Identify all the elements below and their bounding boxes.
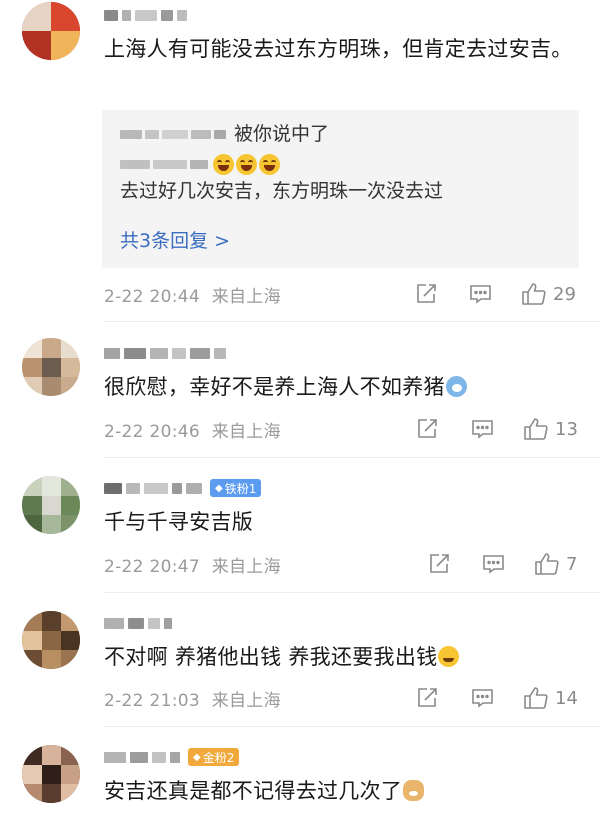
diamond-icon: ◆ (215, 482, 223, 494)
reply-username[interactable] (120, 160, 208, 169)
thumbs-up-icon (524, 687, 548, 709)
share-icon (417, 284, 436, 303)
comment-icon (472, 420, 493, 439)
comment-meta: 2-22 20:44 来自上海 (104, 280, 584, 308)
avatar[interactable] (22, 745, 80, 803)
like-count: 7 (566, 553, 578, 575)
comment-icon (470, 285, 491, 304)
location: 来自上海 (211, 690, 281, 711)
avatar[interactable] (22, 2, 80, 60)
like-count: 13 (555, 418, 578, 440)
thumbs-up-icon (535, 553, 559, 575)
comment-icon (472, 689, 493, 708)
comment-button[interactable] (481, 550, 506, 578)
divider (104, 457, 600, 458)
username[interactable] (104, 614, 172, 632)
reply-username[interactable] (120, 129, 226, 139)
divider (104, 321, 600, 322)
divider (104, 592, 600, 593)
share-button[interactable] (427, 550, 451, 578)
comment-button[interactable] (470, 684, 495, 712)
reply-text: 被你说中了 (234, 123, 330, 145)
reply-text: 去过好几次安吉，东方明珠一次没去过 (120, 180, 444, 202)
share-icon (418, 419, 437, 438)
share-button[interactable] (414, 280, 438, 308)
comment-meta: 2-22 20:46 来自上海 (104, 415, 584, 443)
username[interactable]: ◆ 金粉2 (104, 748, 240, 766)
laugh-emoji-icon (213, 154, 234, 175)
like-button[interactable]: 29 (521, 280, 576, 308)
comment-text: 不对啊 养猪他出钱 养我还要我出钱 (104, 638, 574, 676)
timestamp: 2-22 21:03 (104, 690, 200, 711)
avatar[interactable] (22, 611, 80, 669)
share-icon (418, 688, 437, 707)
location: 来自上海 (211, 556, 281, 577)
like-count: 29 (553, 283, 576, 305)
divider (104, 726, 600, 727)
pig-emoji-icon (445, 376, 467, 397)
comment-text: 上海人有可能没去过东方明珠，但肯定去过安吉。 (104, 37, 573, 61)
reply-preview[interactable]: 被你说中了 去过好几次安吉，东方明珠一次没去过 共3条回复 > (102, 110, 579, 268)
sweat-smile-emoji-icon (438, 646, 460, 667)
share-button[interactable] (415, 684, 439, 712)
thumbs-up-icon (524, 418, 548, 440)
share-icon (430, 554, 449, 573)
diamond-icon: ◆ (193, 751, 201, 763)
laugh-emoji-icon (236, 154, 257, 175)
username[interactable]: ◆ 铁粉1 (104, 479, 262, 497)
reply-item: 被你说中了 (120, 118, 570, 150)
comment-button[interactable] (470, 415, 495, 443)
username[interactable] (104, 6, 187, 24)
like-button[interactable]: 14 (523, 684, 578, 712)
comment-meta: 2-22 21:03 来自上海 (104, 684, 584, 712)
username[interactable] (104, 344, 226, 362)
comment-text: 千与千寻安吉版 (104, 510, 254, 534)
timestamp: 2-22 20:47 (104, 556, 200, 577)
timestamp: 2-22 20:46 (104, 421, 200, 442)
doge-emoji-icon (403, 780, 425, 801)
reply-item: 去过好几次安吉，东方明珠一次没去过 (120, 154, 570, 207)
laugh-emoji-icon (259, 154, 280, 175)
like-button[interactable]: 13 (523, 415, 578, 443)
timestamp: 2-22 20:44 (104, 286, 200, 307)
location: 来自上海 (211, 421, 281, 442)
avatar[interactable] (22, 476, 80, 534)
comment-text: 很欣慰，幸好不是养上海人不如养猪 (104, 368, 574, 406)
avatar[interactable] (22, 338, 80, 396)
share-button[interactable] (415, 415, 439, 443)
comment-button[interactable] (468, 280, 493, 308)
thumbs-up-icon (522, 283, 546, 305)
comment-meta: 2-22 20:47 来自上海 (104, 550, 584, 578)
comment-icon (483, 555, 504, 574)
more-replies-link[interactable]: 共3条回复 > (120, 225, 230, 257)
fan-badge: ◆ 金粉2 (188, 748, 240, 766)
location: 来自上海 (211, 286, 281, 307)
like-count: 14 (555, 687, 578, 709)
fan-badge: ◆ 铁粉1 (210, 479, 262, 497)
like-button[interactable]: 7 (534, 550, 577, 578)
comment-text: 安吉还真是都不记得去过几次了 (104, 772, 574, 810)
